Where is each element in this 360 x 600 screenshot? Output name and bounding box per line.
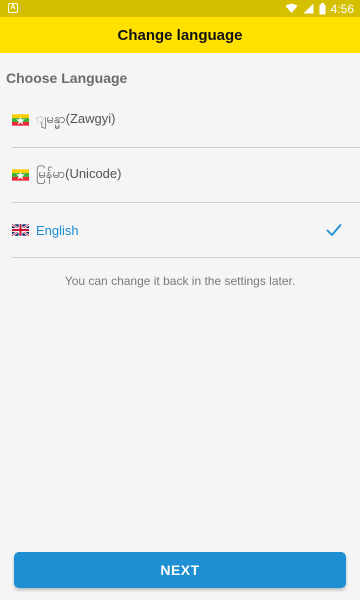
toolbar: Change language: [0, 17, 360, 53]
next-button[interactable]: NEXT: [14, 552, 346, 588]
section-title: Choose Language: [6, 70, 128, 86]
settings-hint: You can change it back in the settings l…: [64, 274, 296, 288]
language-label: English: [36, 222, 79, 238]
page-title: Change language: [117, 26, 243, 44]
uk-flag-icon: [12, 224, 29, 236]
signal-icon: [303, 3, 314, 14]
checkmark-icon: [326, 224, 342, 236]
language-label: မြန်မာ(Unicode): [36, 165, 122, 181]
status-bar: A 4:56: [0, 0, 360, 17]
myanmar-flag-icon: [12, 114, 29, 126]
language-option-english[interactable]: English: [12, 203, 360, 258]
status-icons: 4:56: [285, 0, 354, 17]
language-option-zawgyi[interactable]: ျမန္မာ(Zawgyi): [12, 93, 360, 148]
language-list: ျမန္မာ(Zawgyi) မြန်မာ(Unicode) English: [12, 93, 360, 258]
language-label: ျမန္မာ(Zawgyi): [36, 110, 116, 126]
language-option-unicode[interactable]: မြန်မာ(Unicode): [12, 148, 360, 203]
battery-icon: [319, 2, 326, 14]
status-time: 4:56: [330, 1, 354, 16]
myanmar-flag-icon: [12, 169, 29, 181]
wifi-icon: [285, 3, 298, 13]
app-notification-icon: A: [8, 3, 18, 13]
